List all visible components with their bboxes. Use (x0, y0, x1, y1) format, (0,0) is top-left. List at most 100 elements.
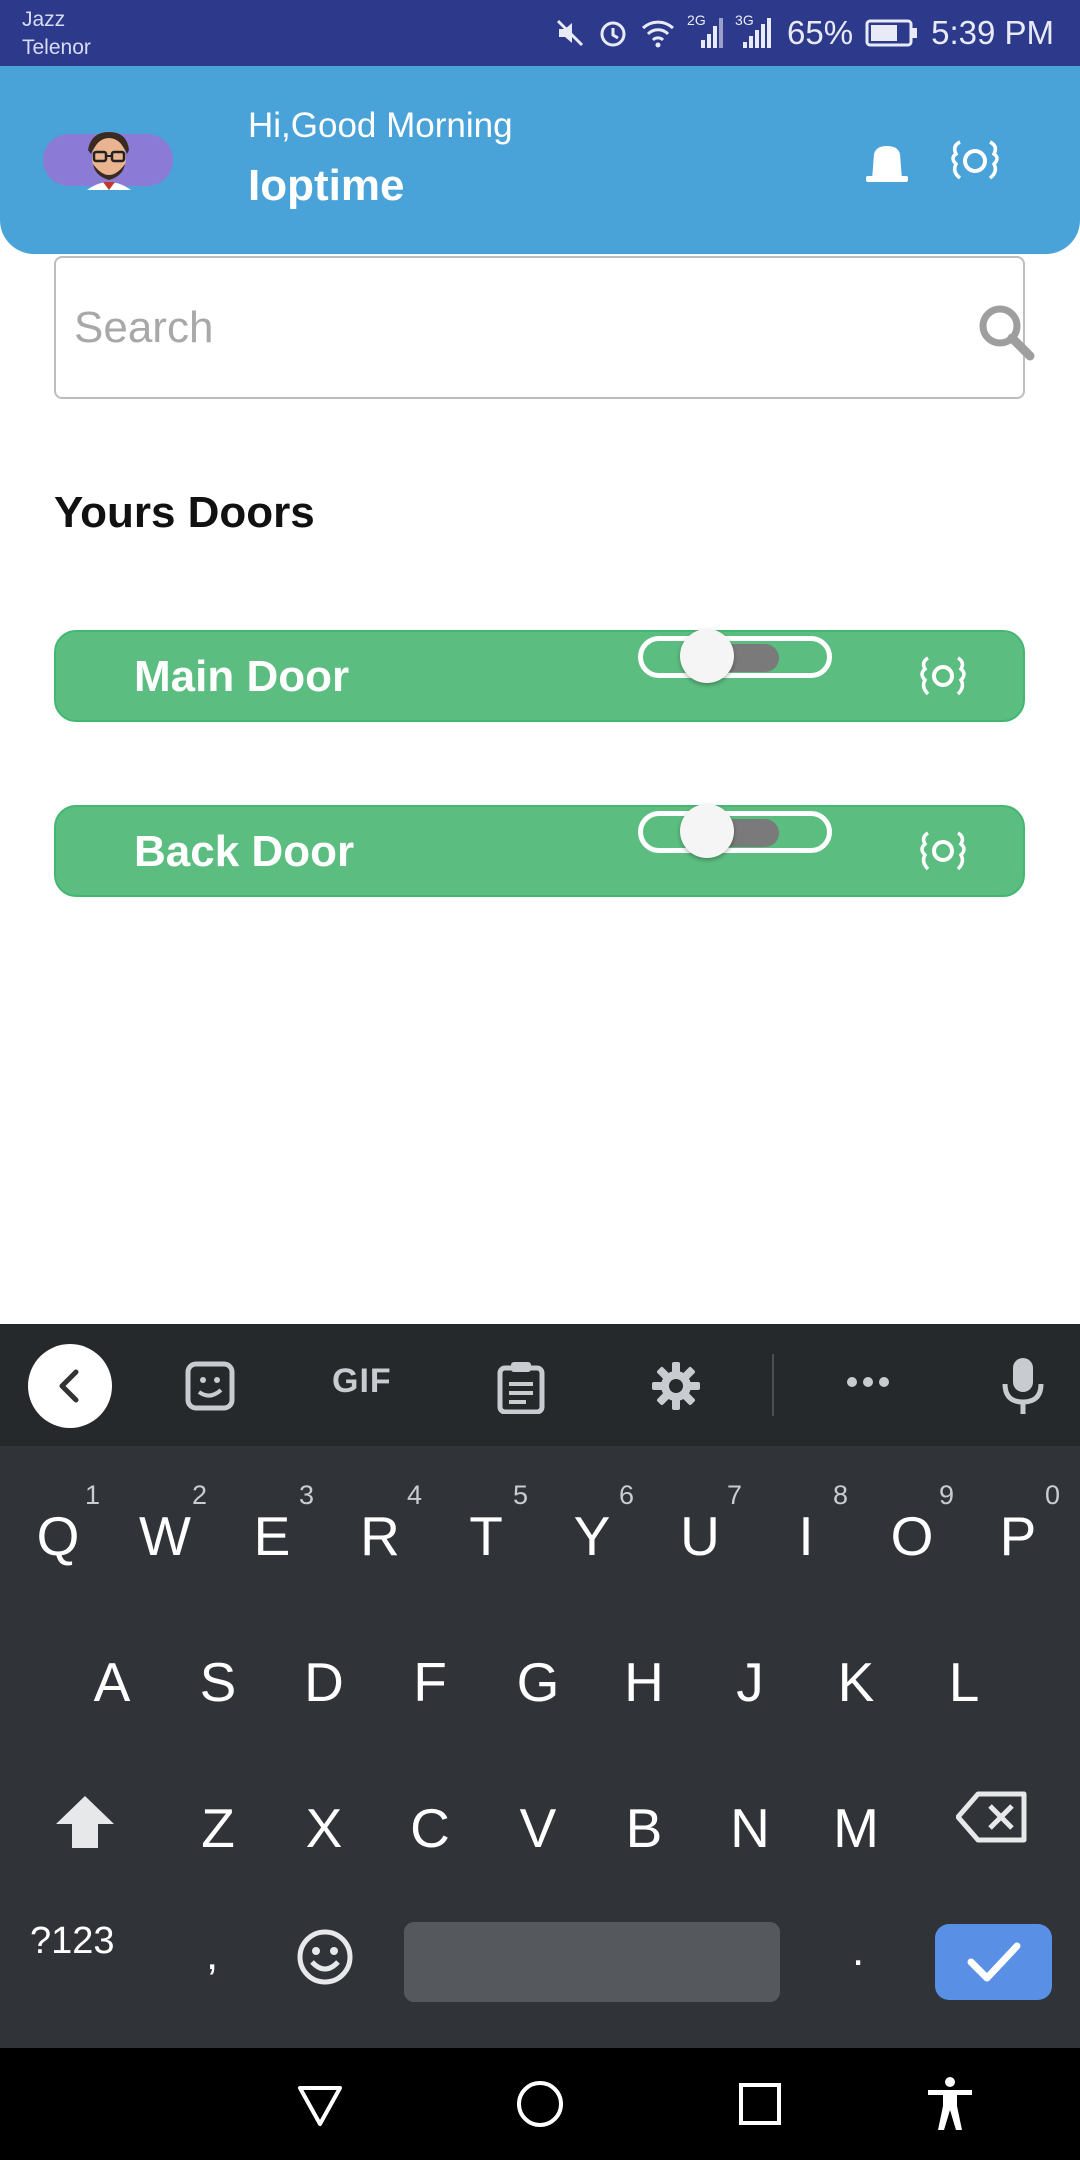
toolbar-divider (772, 1354, 774, 1416)
key-letter: Q (36, 1505, 80, 1567)
shift-key[interactable] (54, 1794, 116, 1855)
more-icon[interactable] (844, 1374, 892, 1395)
period-key[interactable]: . (852, 1926, 864, 1976)
key-z[interactable]: Z (168, 1758, 268, 1878)
key-letter: T (469, 1505, 503, 1567)
door-settings-icon[interactable] (914, 829, 972, 878)
key-q[interactable]: Q1 (8, 1466, 108, 1586)
key-number-hint: 3 (298, 1480, 314, 1510)
app-header: Hi,Good Morning Ioptime (0, 66, 1080, 254)
door-card-back[interactable]: Back Door (54, 804, 1025, 897)
door-settings-icon[interactable] (914, 654, 972, 703)
key-number-hint: 4 (406, 1480, 422, 1510)
key-n[interactable]: N (700, 1758, 800, 1878)
key-letter: Z (201, 1797, 235, 1859)
key-letter: U (680, 1505, 720, 1567)
key-x[interactable]: X (274, 1758, 374, 1878)
key-number-hint: 0 (1044, 1480, 1060, 1510)
key-letter: D (304, 1651, 344, 1713)
key-h[interactable]: H (594, 1612, 694, 1732)
key-letter: C (410, 1797, 450, 1859)
key-letter: O (890, 1505, 934, 1567)
key-letter: X (305, 1797, 343, 1859)
key-g[interactable]: G (488, 1612, 588, 1732)
gif-button[interactable]: GIF (332, 1362, 392, 1401)
gear-icon[interactable] (650, 1360, 702, 1417)
enter-key[interactable] (935, 1924, 1052, 2000)
key-v[interactable]: V (488, 1758, 588, 1878)
carrier-1: Jazz (22, 8, 66, 31)
search-icon[interactable] (976, 302, 1036, 367)
avatar[interactable] (43, 132, 173, 190)
recents-nav-icon[interactable] (738, 2082, 782, 2131)
key-c[interactable]: C (380, 1758, 480, 1878)
key-w[interactable]: W2 (115, 1466, 215, 1586)
key-number-hint: 7 (726, 1480, 742, 1510)
sticker-icon[interactable] (184, 1360, 236, 1417)
key-letter: V (519, 1797, 557, 1859)
key-m[interactable]: M (806, 1758, 906, 1878)
back-nav-icon[interactable] (296, 2084, 344, 2133)
key-i[interactable]: I8 (756, 1466, 856, 1586)
key-letter: W (139, 1505, 191, 1567)
search-input[interactable] (74, 258, 924, 397)
toggle-knob[interactable] (680, 629, 734, 683)
key-u[interactable]: U7 (650, 1466, 750, 1586)
clipboard-icon[interactable] (496, 1360, 546, 1419)
carrier-names: Jazz Telenor (22, 6, 91, 62)
emoji-key[interactable] (296, 1928, 354, 1991)
comma-key[interactable]: , (206, 1930, 218, 1980)
key-letter: S (199, 1651, 237, 1713)
key-letter: M (833, 1797, 879, 1859)
settings-icon[interactable] (946, 138, 1004, 189)
key-letter: E (253, 1505, 291, 1567)
accessibility-icon[interactable] (924, 2076, 976, 2137)
key-r[interactable]: R4 (330, 1466, 430, 1586)
key-k[interactable]: K (806, 1612, 906, 1732)
key-letter: N (730, 1797, 770, 1859)
status-icons: 2G 3G 65% 5:39 PM (555, 10, 1054, 56)
backspace-key[interactable] (955, 1790, 1028, 1849)
signal-2-icon: 3G (735, 12, 775, 50)
door-toggle[interactable] (638, 629, 832, 683)
space-key[interactable] (404, 1922, 780, 2002)
key-number-hint: 1 (84, 1480, 100, 1510)
search-box[interactable] (54, 256, 1035, 399)
system-nav-bar (0, 2048, 1080, 2160)
key-f[interactable]: F (380, 1612, 480, 1732)
key-o[interactable]: O9 (862, 1466, 962, 1586)
key-s[interactable]: S (168, 1612, 268, 1732)
key-p[interactable]: P0 (968, 1466, 1068, 1586)
key-letter: I (798, 1505, 814, 1567)
key-j[interactable]: J (700, 1612, 800, 1732)
key-l[interactable]: L (914, 1612, 1014, 1732)
clock: 5:39 PM (931, 14, 1054, 51)
key-letter: J (736, 1651, 764, 1713)
bell-icon[interactable] (862, 144, 912, 189)
key-letter: G (516, 1651, 560, 1713)
home-nav-icon[interactable] (516, 2080, 564, 2133)
key-e[interactable]: E3 (222, 1466, 322, 1586)
door-card-main[interactable]: Main Door (54, 629, 1025, 722)
alarm-icon (600, 21, 626, 47)
toggle-knob[interactable] (680, 804, 734, 858)
symbols-key[interactable]: ?123 (30, 1920, 115, 1963)
keyboard-toolbar: GIF (0, 1324, 1080, 1446)
key-b[interactable]: B (594, 1758, 694, 1878)
key-d[interactable]: D (274, 1612, 374, 1732)
wifi-icon (642, 20, 675, 48)
door-toggle[interactable] (638, 804, 832, 858)
mic-icon[interactable] (1000, 1356, 1046, 1421)
door-label: Main Door (134, 652, 350, 701)
key-a[interactable]: A (62, 1612, 162, 1732)
key-letter: P (999, 1505, 1037, 1567)
key-y[interactable]: Y6 (542, 1466, 642, 1586)
net-type-2: 3G (735, 12, 754, 28)
key-letter: R (360, 1505, 400, 1567)
key-t[interactable]: T5 (436, 1466, 536, 1586)
net-type-1: 2G (687, 12, 706, 28)
back-chevron-icon[interactable] (28, 1344, 112, 1428)
key-letter: F (413, 1651, 447, 1713)
key-letter: Y (573, 1505, 611, 1567)
key-number-hint: 2 (191, 1480, 207, 1510)
